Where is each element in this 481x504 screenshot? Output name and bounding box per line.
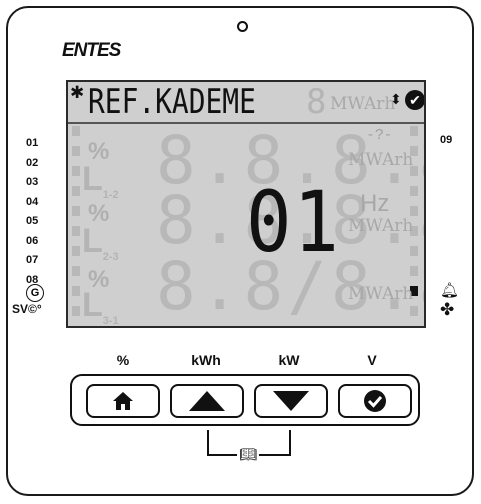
phase-label-3: L3-1 (82, 286, 119, 327)
book-icon: 📖︎ (237, 446, 259, 463)
hz-label: Hz (360, 190, 390, 217)
phase-label-1: L1-2 (82, 160, 119, 201)
up-down-arrows-icon: ⬍ (390, 91, 402, 107)
menu-text: REF.KADEME (88, 82, 256, 122)
unit-label-row1: MWArh (348, 150, 414, 170)
left-segment-bars (72, 126, 80, 326)
up-arrow-icon (189, 391, 225, 411)
up-button[interactable] (170, 384, 244, 418)
unit-label-row3: MWArh (348, 284, 414, 304)
mounting-hole (237, 21, 248, 32)
down-button[interactable] (254, 384, 328, 418)
brand-logo: ENTES (62, 40, 121, 61)
step-number: 04 (26, 195, 39, 208)
home-icon (113, 392, 133, 410)
check-circle-icon: ✔ (405, 90, 424, 110)
check-circle-icon (364, 390, 386, 412)
gear-icon: ✱ (70, 83, 85, 102)
button-label-kwh: kWh (191, 352, 221, 368)
home-button[interactable] (86, 384, 160, 418)
step-number: 03 (26, 176, 39, 188)
down-arrow-icon (273, 391, 309, 411)
step-number: 07 (26, 254, 39, 266)
unit-label-top: MWArh (330, 94, 396, 114)
step-number-list: 01 02 03 04 05 06 07 08 (26, 134, 38, 290)
lcd-display: ✱ REF.KADEME 8 MWArh ⬍ ✔ -?- % L1-2 8.8.… (66, 80, 426, 328)
top-ghost-digit: 8 (306, 82, 327, 122)
phase-label-2: L2-3 (82, 222, 119, 263)
generator-icon: G (26, 284, 44, 302)
button-label-percent: % (116, 352, 130, 368)
step-number-right: 09 (440, 134, 453, 146)
keypad (70, 374, 420, 426)
unit-label-row2: MWArh (348, 216, 414, 236)
step-number: 02 (26, 156, 39, 169)
lcd-top-row: ✱ REF.KADEME 8 MWArh ⬍ ✔ (68, 82, 424, 124)
button-label-kw: kW (278, 352, 300, 368)
bell-icon: 🔔︎ (440, 282, 460, 299)
step-number: 05 (26, 215, 39, 227)
svc-label: SV©° (12, 302, 42, 316)
ok-button[interactable] (338, 384, 412, 418)
step-number: 01 (26, 137, 39, 149)
button-label-v: V (367, 352, 377, 368)
step-number: 06 (26, 234, 39, 247)
fan-icon: ✤ (440, 300, 455, 319)
